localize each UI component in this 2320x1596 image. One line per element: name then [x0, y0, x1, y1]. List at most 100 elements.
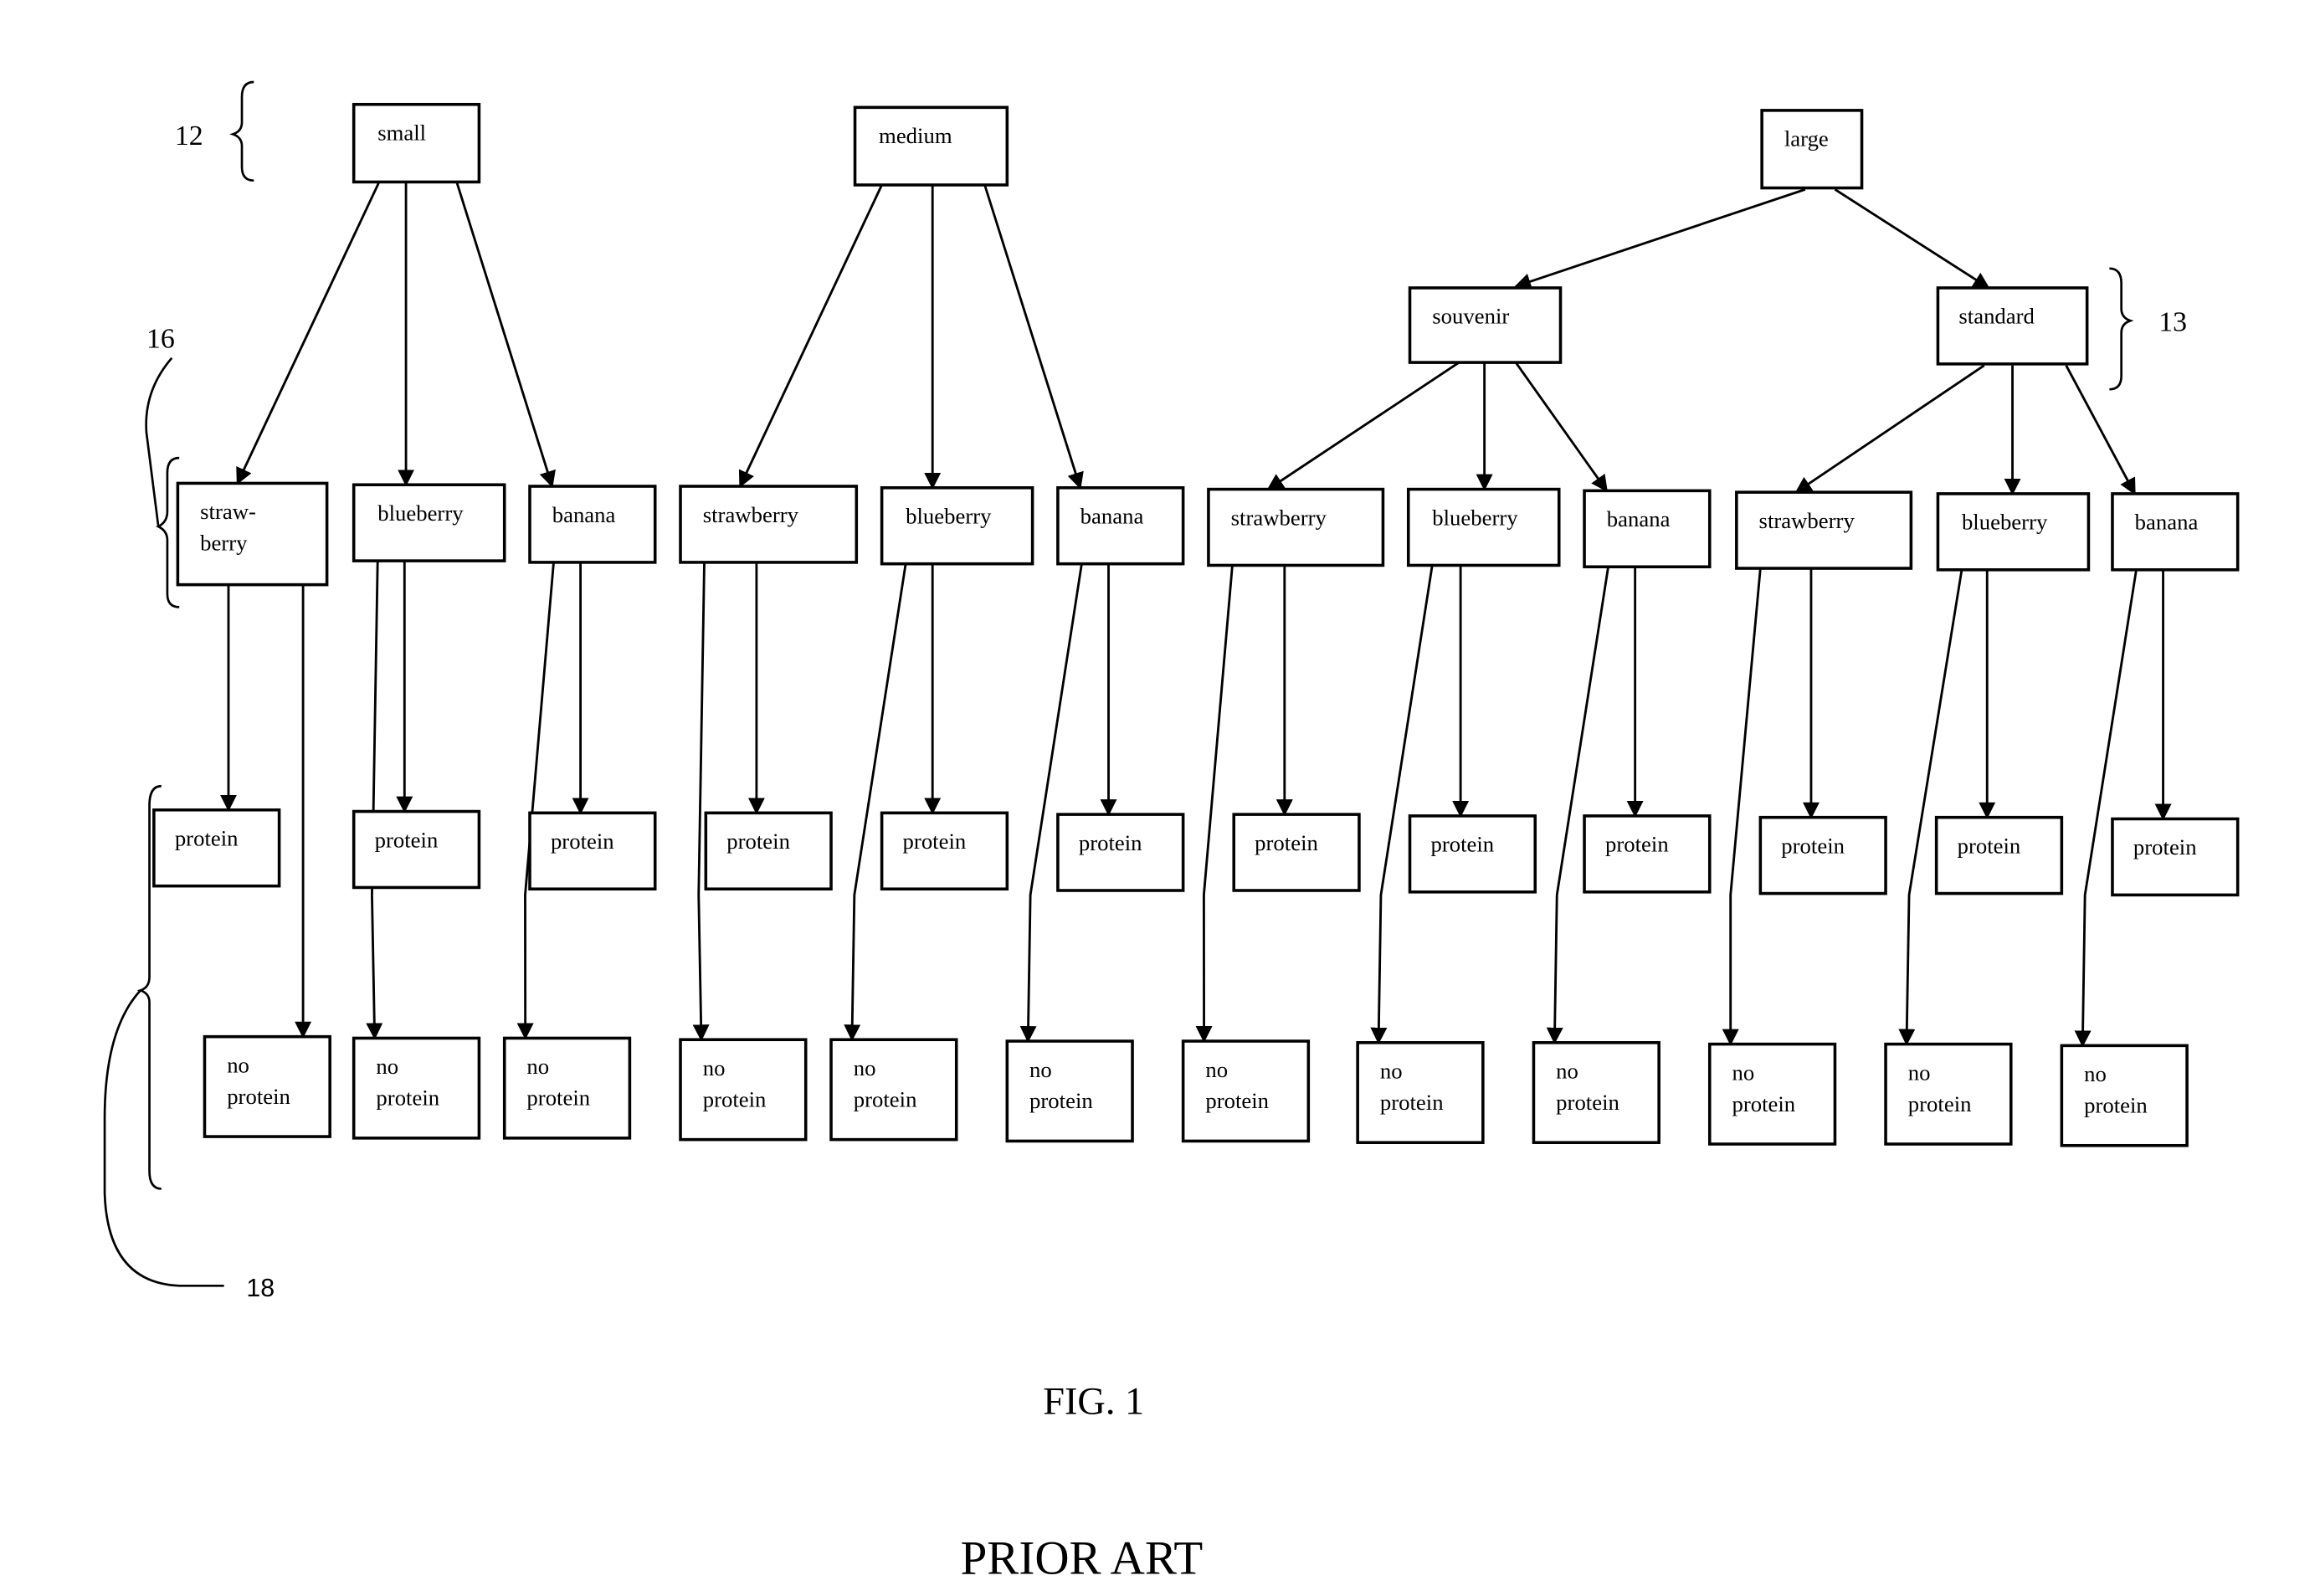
protein-node-small-blueberry: protein — [352, 809, 481, 890]
protein-node-medium-banana: protein — [1056, 813, 1185, 892]
no-protein-node-standard-strawberry: no protein — [1707, 1042, 1837, 1146]
protein-node-small-strawberry-label: protein — [175, 826, 239, 851]
no-protein-node-medium-banana: no protein — [1005, 1039, 1134, 1143]
no-protein-node-standard-banana-label: protein — [2084, 1093, 2148, 1118]
no-protein-node-small-blueberry: no protein — [352, 1036, 481, 1140]
no-protein-node-medium-banana-label: protein — [1029, 1088, 1093, 1113]
edge-banana-no-protein-11 — [2074, 569, 2138, 1048]
edge-blueberry-no-protein-1 — [366, 561, 383, 1040]
flavor-node-small-strawberry: straw-berry — [176, 481, 329, 587]
brace-12 — [229, 80, 254, 182]
size-node-medium-label: medium — [879, 123, 952, 148]
no-protein-node-medium-strawberry-label: no — [703, 1055, 726, 1080]
flavor-node-standard-strawberry: strawberry — [1735, 490, 1913, 570]
nodes: small medium large souvenir standard straw-be… — [152, 102, 2240, 1147]
protein-node-medium-strawberry: protein — [704, 811, 833, 890]
flavor-node-medium-blueberry-label: blueberry — [906, 504, 992, 529]
flavor-node-medium-blueberry: blueberry — [880, 486, 1034, 566]
no-protein-node-souvenir-banana: no protein — [1532, 1041, 1660, 1144]
type-node-souvenir-label: souvenir — [1432, 304, 1509, 329]
protein-node-small-strawberry: protein — [152, 808, 281, 888]
protein-node-standard-blueberry: protein — [1934, 815, 2064, 896]
edge-banana-no-protein-2 — [516, 562, 555, 1040]
no-protein-node-standard-strawberry-label: no — [1732, 1060, 1754, 1085]
protein-node-souvenir-banana: protein — [1583, 814, 1712, 894]
flavor-node-souvenir-banana-label: banana — [1607, 506, 1671, 531]
edge-small-banana — [455, 182, 556, 488]
protein-node-small-banana: protein — [528, 811, 657, 890]
edge-banana-no-protein-8 — [1546, 567, 1609, 1044]
edge-blueberry-no-protein-4 — [844, 563, 907, 1042]
flavor-node-standard-blueberry-label: blueberry — [1962, 510, 2048, 535]
no-protein-node-standard-banana: no protein — [2060, 1044, 2189, 1147]
flavor-node-standard-banana-label: banana — [2135, 510, 2199, 535]
no-protein-node-small-strawberry-label: no — [227, 1052, 249, 1077]
flavor-node-medium-strawberry-label: strawberry — [703, 502, 799, 527]
no-protein-node-small-blueberry-label: no — [376, 1054, 398, 1079]
protein-node-medium-blueberry-label: protein — [903, 829, 967, 854]
edge-banana-no-protein-5 — [1019, 563, 1083, 1044]
size-node-large: large — [1760, 109, 1864, 190]
flavor-node-standard-blueberry: blueberry — [1936, 492, 2091, 572]
flavor-node-small-banana: banana — [528, 485, 657, 564]
edge-blueberry-no-protein-10 — [1898, 569, 1963, 1046]
no-protein-node-souvenir-strawberry-label: no — [1205, 1057, 1228, 1082]
protein-node-souvenir-strawberry-label: protein — [1255, 830, 1318, 855]
no-protein-node-souvenir-strawberry: no protein — [1181, 1039, 1311, 1143]
ref-13: 13 — [2158, 307, 2187, 338]
no-protein-node-souvenir-strawberry-label: protein — [1205, 1088, 1269, 1113]
type-node-standard: standard — [1936, 286, 2089, 366]
no-protein-node-medium-blueberry-label: protein — [854, 1086, 917, 1111]
edge-standard-banana — [2065, 364, 2136, 495]
no-protein-node-small-banana: no protein — [502, 1036, 632, 1140]
flavor-node-souvenir-strawberry: strawberry — [1207, 487, 1385, 567]
no-protein-node-standard-blueberry-label: protein — [1908, 1091, 1972, 1116]
protein-node-standard-blueberry-label: protein — [1958, 833, 2021, 858]
edge-large-standard — [1834, 188, 1990, 290]
ref-12: 12 — [175, 121, 203, 151]
edge-small-strawberry — [236, 181, 381, 485]
type-node-standard-label: standard — [1958, 304, 2035, 329]
flavor-node-medium-banana-label: banana — [1080, 504, 1144, 529]
protein-node-small-banana-label: protein — [551, 829, 614, 854]
no-protein-node-small-banana-label: no — [526, 1054, 549, 1079]
protein-node-standard-banana-label: protein — [2133, 834, 2197, 860]
no-protein-node-souvenir-banana-label: no — [1556, 1059, 1578, 1084]
protein-node-souvenir-blueberry: protein — [1408, 814, 1537, 894]
size-node-small: small — [352, 102, 481, 184]
no-protein-node-medium-blueberry: no protein — [829, 1038, 958, 1142]
no-protein-node-standard-blueberry-label: no — [1908, 1060, 1931, 1085]
protein-node-souvenir-banana-label: protein — [1605, 832, 1669, 857]
flow-diagram: small medium large souvenir standard straw-be… — [103, 80, 2240, 1584]
no-protein-node-souvenir-blueberry-label: no — [1380, 1059, 1403, 1084]
protein-node-souvenir-strawberry: protein — [1232, 813, 1361, 892]
no-protein-node-souvenir-blueberry-label: protein — [1380, 1090, 1444, 1115]
no-protein-node-standard-blueberry: no protein — [1884, 1042, 2013, 1146]
prior-art-label: PRIOR ART — [961, 1532, 1204, 1584]
protein-node-medium-banana-label: protein — [1079, 830, 1142, 855]
brace-16 — [156, 456, 180, 608]
size-node-medium: medium — [853, 105, 1009, 187]
edges — [220, 181, 2172, 1048]
edge-strawberry-no-protein-6 — [1195, 565, 1234, 1044]
no-protein-node-standard-strawberry-label: protein — [1732, 1091, 1795, 1116]
size-node-large-label: large — [1784, 126, 1829, 151]
edge-strawberry-no-protein-9 — [1722, 567, 1762, 1046]
no-protein-node-medium-blueberry-label: no — [854, 1055, 876, 1080]
figure-caption: FIG. 1 — [1043, 1381, 1144, 1424]
flavor-node-souvenir-blueberry: blueberry — [1406, 487, 1561, 567]
ref-16: 16 — [146, 323, 175, 354]
flavor-node-small-blueberry: blueberry — [352, 483, 506, 562]
flavor-node-medium-strawberry: strawberry — [679, 485, 859, 564]
flavor-node-standard-strawberry-label: strawberry — [1759, 508, 1855, 533]
protein-node-small-blueberry-label: protein — [375, 827, 439, 852]
flavor-node-small-strawberry-label: berry — [200, 531, 248, 556]
edge-souvenir-strawberry — [1266, 361, 1460, 490]
no-protein-node-small-banana-label: protein — [526, 1085, 590, 1111]
no-protein-node-small-strawberry: no protein — [203, 1034, 331, 1138]
flavor-node-souvenir-strawberry-label: strawberry — [1231, 505, 1327, 530]
edge-blueberry-no-protein-7 — [1370, 565, 1434, 1044]
edge-standard-strawberry — [1794, 364, 1985, 494]
protein-node-standard-strawberry-label: protein — [1781, 833, 1845, 858]
no-protein-node-standard-banana-label: no — [2084, 1061, 2107, 1086]
